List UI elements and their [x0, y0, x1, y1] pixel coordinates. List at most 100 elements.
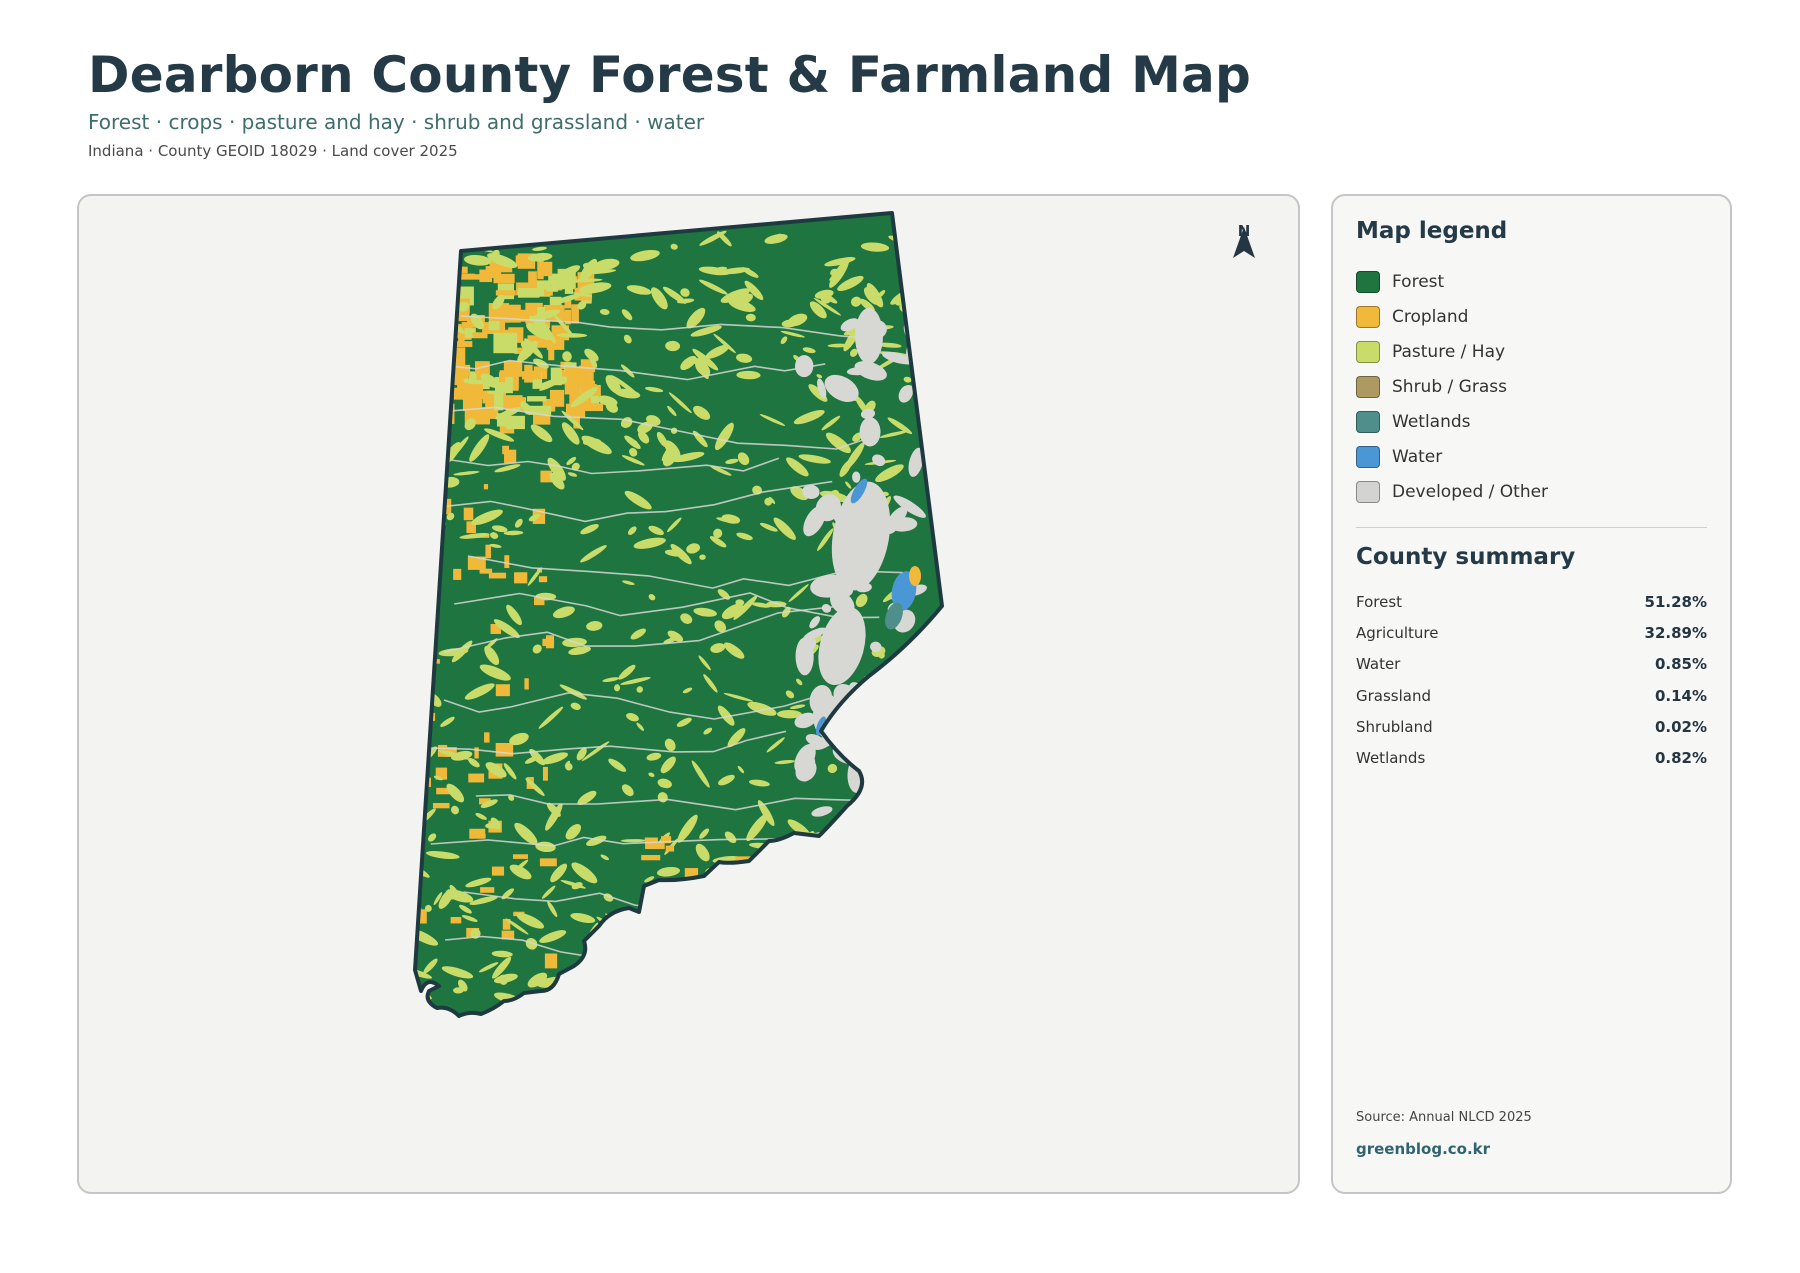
pasture-patch	[749, 892, 760, 908]
pasture-patch	[857, 849, 878, 862]
pasture-patch	[811, 913, 837, 925]
cropland-patch	[488, 572, 507, 579]
legend-swatch	[1356, 480, 1380, 503]
cropland-patch	[495, 742, 514, 757]
cropland-patch	[415, 851, 421, 865]
pasture-patch	[886, 842, 897, 852]
pasture-patch	[894, 796, 919, 813]
source-note: Source: Annual NLCD 2025	[1356, 1110, 1532, 1125]
pasture-patch	[747, 988, 767, 1001]
legend-list: Forest Cropland Pasture / Hay Shrub / Grass…	[1356, 264, 1548, 509]
cropland-patch	[549, 389, 565, 407]
pasture-patch	[876, 862, 892, 880]
pasture-patch	[856, 708, 882, 713]
pasture-patch	[854, 863, 871, 877]
cropland-patch	[421, 403, 430, 418]
pasture-patch	[415, 743, 419, 764]
developed-patch	[906, 792, 926, 812]
pasture-patch	[877, 840, 898, 869]
pasture-patch	[430, 394, 440, 405]
cropland-patch	[450, 917, 462, 924]
cropland-patch	[498, 372, 506, 383]
cropland-patch	[527, 396, 547, 402]
cropland-patch	[504, 555, 510, 569]
pasture-patch	[873, 793, 890, 803]
cropland-patch	[420, 410, 430, 417]
legend-item: Water	[1356, 439, 1548, 474]
pasture-patch	[662, 999, 672, 1007]
cropland-patch	[433, 350, 450, 369]
cropland-patch	[785, 867, 794, 875]
pasture-patch	[415, 398, 418, 417]
cropland-patch	[460, 274, 481, 280]
summary-name: Forest	[1356, 592, 1403, 611]
pasture-patch	[884, 804, 909, 816]
pasture-patch	[833, 935, 853, 953]
pasture-patch	[716, 971, 731, 990]
cropland-patch	[472, 332, 488, 339]
pasture-patch	[429, 237, 452, 252]
legend-swatch	[1356, 305, 1380, 328]
county-map[interactable]	[79, 196, 1300, 1194]
summary-table: Forest 51.28% Agriculture 32.89% Water 0.85% G…	[1356, 586, 1707, 774]
page-title: Dearborn County Forest & Farmland Map	[88, 46, 1251, 104]
summary-name: Grassland	[1356, 686, 1431, 705]
legend-title: Map legend	[1356, 218, 1508, 244]
pasture-patch	[645, 899, 652, 907]
pasture-patch	[756, 962, 779, 974]
cropland-patch	[778, 874, 797, 885]
pasture-patch	[792, 881, 817, 889]
pasture-patch	[415, 441, 427, 452]
cropland-patch	[538, 576, 548, 583]
pasture-patch	[651, 986, 665, 999]
cropland-patch	[486, 393, 495, 414]
cropland-patch	[545, 635, 554, 649]
pasture-patch	[622, 983, 652, 994]
map-panel[interactable]: N	[77, 194, 1300, 1194]
pasture-patch	[731, 889, 749, 897]
cropland-patch	[515, 255, 529, 266]
cropland-patch	[583, 380, 595, 389]
page-meta: Indiana · County GEOID 18029 · Land cove…	[88, 142, 458, 160]
pasture-patch	[644, 913, 675, 922]
summary-value: 51.28%	[1644, 592, 1707, 611]
pasture-patch	[853, 689, 887, 698]
north-arrow-icon	[1233, 227, 1255, 258]
pasture-patch	[415, 364, 424, 379]
pasture-patch	[415, 318, 431, 338]
cropland-patch	[521, 371, 542, 380]
summary-name: Wetlands	[1356, 749, 1426, 768]
cropland-patch	[544, 953, 558, 969]
legend-label: Cropland	[1392, 306, 1469, 327]
cropland-patch	[641, 855, 661, 861]
brand-link[interactable]: greenblog.co.kr	[1356, 1140, 1490, 1158]
pasture-patch	[778, 957, 798, 969]
pasture-patch	[833, 857, 861, 864]
cropland-patch	[480, 887, 495, 893]
cropland-patch	[432, 330, 453, 342]
page-subtitle: Forest · crops · pasture and hay · shrub…	[88, 110, 705, 134]
summary-name: Shrubland	[1356, 717, 1433, 736]
cropland-patch	[424, 436, 432, 452]
cropland-patch	[548, 341, 555, 361]
pasture-patch	[604, 957, 628, 971]
cropland-patch	[422, 278, 444, 292]
pasture-patch	[433, 284, 442, 289]
pasture-patch	[789, 870, 820, 888]
pasture-patch	[774, 951, 795, 956]
cropland-patch	[472, 833, 486, 839]
pasture-patch	[820, 972, 827, 977]
summary-title: County summary	[1356, 544, 1576, 570]
cropland-patch	[770, 868, 789, 880]
pasture-patch	[618, 975, 640, 982]
legend-swatch	[1356, 340, 1380, 363]
cropland-patch	[791, 844, 802, 852]
pasture-patch	[599, 951, 619, 973]
cropland-patch	[542, 766, 548, 781]
pasture-patch	[879, 866, 909, 884]
pasture-patch	[424, 294, 439, 311]
cropland-patch	[491, 866, 505, 876]
cropland-patch	[541, 261, 553, 277]
pasture-patch	[870, 737, 887, 748]
cropland-patch	[495, 290, 516, 296]
